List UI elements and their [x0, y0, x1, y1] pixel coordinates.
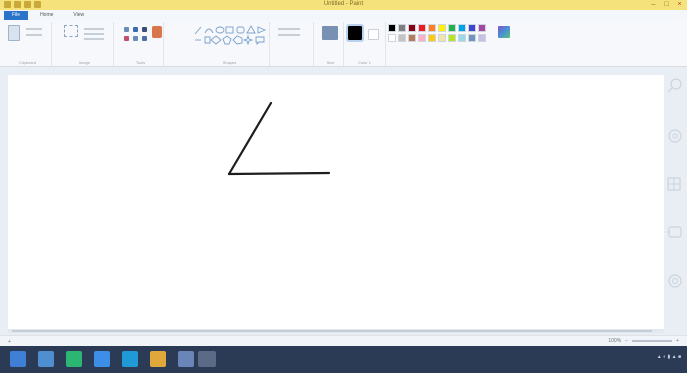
group-edit-colors	[496, 22, 514, 66]
group-tools: Tools	[118, 22, 164, 66]
tab-file[interactable]: File	[4, 10, 29, 20]
drawn-line-diagonal	[227, 101, 273, 176]
crop-button[interactable]	[84, 28, 104, 30]
paint-window: Untitled - Paint – □ × File Home View Cl…	[0, 0, 687, 373]
zoom-control: 100% − +	[608, 338, 679, 344]
size-icon[interactable]	[322, 26, 338, 40]
palette-swatch-4[interactable]	[428, 24, 436, 32]
add-icon: +	[8, 339, 11, 345]
scrollbar-thumb[interactable]	[12, 330, 652, 332]
share-icon[interactable]	[665, 127, 683, 145]
paint-taskbar-icon[interactable]	[178, 351, 194, 367]
system-tray: ▲ ◐ ▮ ▲ ■	[657, 354, 681, 360]
status-bar: + 100% − +	[0, 335, 687, 346]
window-controls: – □ ×	[650, 1, 683, 8]
select-icon[interactable]	[64, 25, 78, 37]
tab-view[interactable]: View	[65, 11, 92, 20]
palette-swatch-6[interactable]	[448, 24, 456, 32]
palette-swatch-5[interactable]	[438, 24, 446, 32]
group-size: Size	[318, 22, 344, 66]
chrome-icon[interactable]	[150, 351, 166, 367]
resize-button[interactable]	[84, 33, 104, 35]
title-bar: Untitled - Paint – □ ×	[0, 0, 687, 10]
search-icon[interactable]	[665, 77, 683, 95]
store-icon[interactable]	[66, 351, 82, 367]
group-label: Shapes	[222, 60, 237, 65]
group-shapes: Shapes	[190, 22, 270, 66]
tab-home[interactable]: Home	[32, 11, 61, 20]
paste-icon[interactable]	[8, 25, 20, 41]
group-label: Tools	[135, 60, 146, 65]
maximize-icon[interactable]: □	[663, 1, 670, 8]
outline-dropdown[interactable]	[278, 28, 300, 30]
shapes-gallery[interactable]	[190, 22, 268, 48]
ribbon: Clipboard Image Tools Shapes Size Color …	[0, 20, 687, 67]
file-explorer-icon[interactable]	[38, 351, 54, 367]
start-icon[interactable]	[665, 175, 683, 193]
size-label: Size	[326, 60, 335, 65]
palette-swatch-0[interactable]	[388, 24, 396, 32]
group-active-colors: Color 1	[344, 22, 386, 66]
ribbon-tabs: File Home View	[0, 10, 687, 20]
color-palette	[388, 24, 486, 42]
group-label: Image	[78, 60, 91, 65]
palette-swatch-19[interactable]	[478, 34, 486, 42]
zoom-in-icon[interactable]: +	[676, 338, 679, 344]
palette-swatch-1[interactable]	[398, 24, 406, 32]
taskbar: ▲ ◐ ▮ ▲ ■	[0, 346, 687, 373]
copy-button[interactable]	[26, 34, 42, 36]
window-title: Untitled - Paint	[323, 1, 364, 7]
palette-swatch-12[interactable]	[408, 34, 416, 42]
fill-icon[interactable]	[133, 27, 138, 32]
palette-swatch-16[interactable]	[448, 34, 456, 42]
drawn-line-horizontal	[227, 171, 331, 176]
skype-icon[interactable]	[122, 351, 138, 367]
palette-swatch-11[interactable]	[398, 34, 406, 42]
drawing-canvas[interactable]	[8, 75, 664, 333]
horizontal-scrollbar[interactable]	[8, 329, 664, 333]
palette-swatch-18[interactable]	[468, 34, 476, 42]
palette-swatch-10[interactable]	[388, 34, 396, 42]
zoom-slider[interactable]	[632, 340, 673, 342]
edit-colors-icon[interactable]	[498, 26, 510, 38]
text-icon[interactable]	[142, 27, 147, 32]
eraser-icon[interactable]	[124, 36, 129, 41]
palette-swatch-2[interactable]	[408, 24, 416, 32]
workspace	[0, 67, 687, 335]
rotate-button[interactable]	[84, 38, 104, 40]
palette-swatch-3[interactable]	[418, 24, 426, 32]
palette-swatch-14[interactable]	[428, 34, 436, 42]
color2-swatch[interactable]	[368, 29, 379, 40]
fill-dropdown[interactable]	[278, 34, 300, 36]
windows-start-icon[interactable]	[10, 351, 26, 367]
side-gesture-panel	[665, 67, 685, 335]
zoom-out-icon[interactable]: −	[625, 338, 628, 344]
cut-button[interactable]	[26, 28, 42, 30]
palette-swatch-17[interactable]	[458, 34, 466, 42]
devices-icon[interactable]	[665, 223, 683, 241]
group-clipboard: Clipboard	[4, 22, 52, 66]
ie-icon[interactable]	[94, 351, 110, 367]
color1-label: Color 1	[358, 60, 371, 65]
palette-swatch-9[interactable]	[478, 24, 486, 32]
magnifier-icon[interactable]	[142, 36, 147, 41]
group-outline	[274, 22, 314, 66]
palette-swatch-15[interactable]	[438, 34, 446, 42]
brushes-icon[interactable]	[152, 26, 162, 38]
color1-swatch[interactable]	[346, 24, 364, 42]
zoom-level: 100%	[608, 338, 622, 344]
tray-icons[interactable]: ▲ ◐ ▮ ▲ ■	[657, 354, 681, 360]
pencil-icon[interactable]	[124, 27, 129, 32]
group-image: Image	[56, 22, 114, 66]
close-icon[interactable]: ×	[676, 1, 683, 8]
color-picker-icon[interactable]	[133, 36, 138, 41]
palette-swatch-7[interactable]	[458, 24, 466, 32]
settings-icon[interactable]	[665, 272, 683, 290]
group-label: Clipboard	[18, 60, 37, 65]
palette-swatch-8[interactable]	[468, 24, 476, 32]
active-window-icon[interactable]	[198, 351, 216, 367]
palette-swatch-13[interactable]	[418, 34, 426, 42]
canvas-drawing	[227, 101, 331, 176]
minimize-icon[interactable]: –	[650, 1, 657, 8]
